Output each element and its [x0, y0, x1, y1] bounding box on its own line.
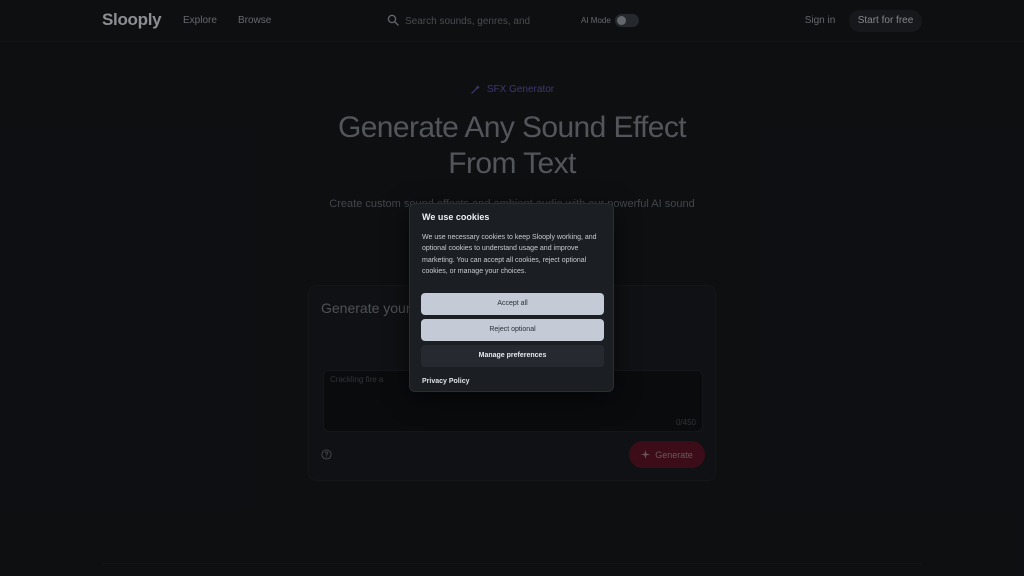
cookie-consent-dialog: We use cookies We use necessary cookies …: [409, 203, 614, 392]
cookie-title: We use cookies: [422, 212, 490, 222]
manage-preferences-button[interactable]: Manage preferences: [421, 345, 604, 367]
cookie-body: We use necessary cookies to keep Slooply…: [422, 234, 597, 275]
reject-optional-button[interactable]: Reject optional: [421, 319, 604, 341]
accept-all-button[interactable]: Accept all: [421, 293, 604, 315]
privacy-policy-link[interactable]: Privacy Policy: [422, 378, 469, 385]
